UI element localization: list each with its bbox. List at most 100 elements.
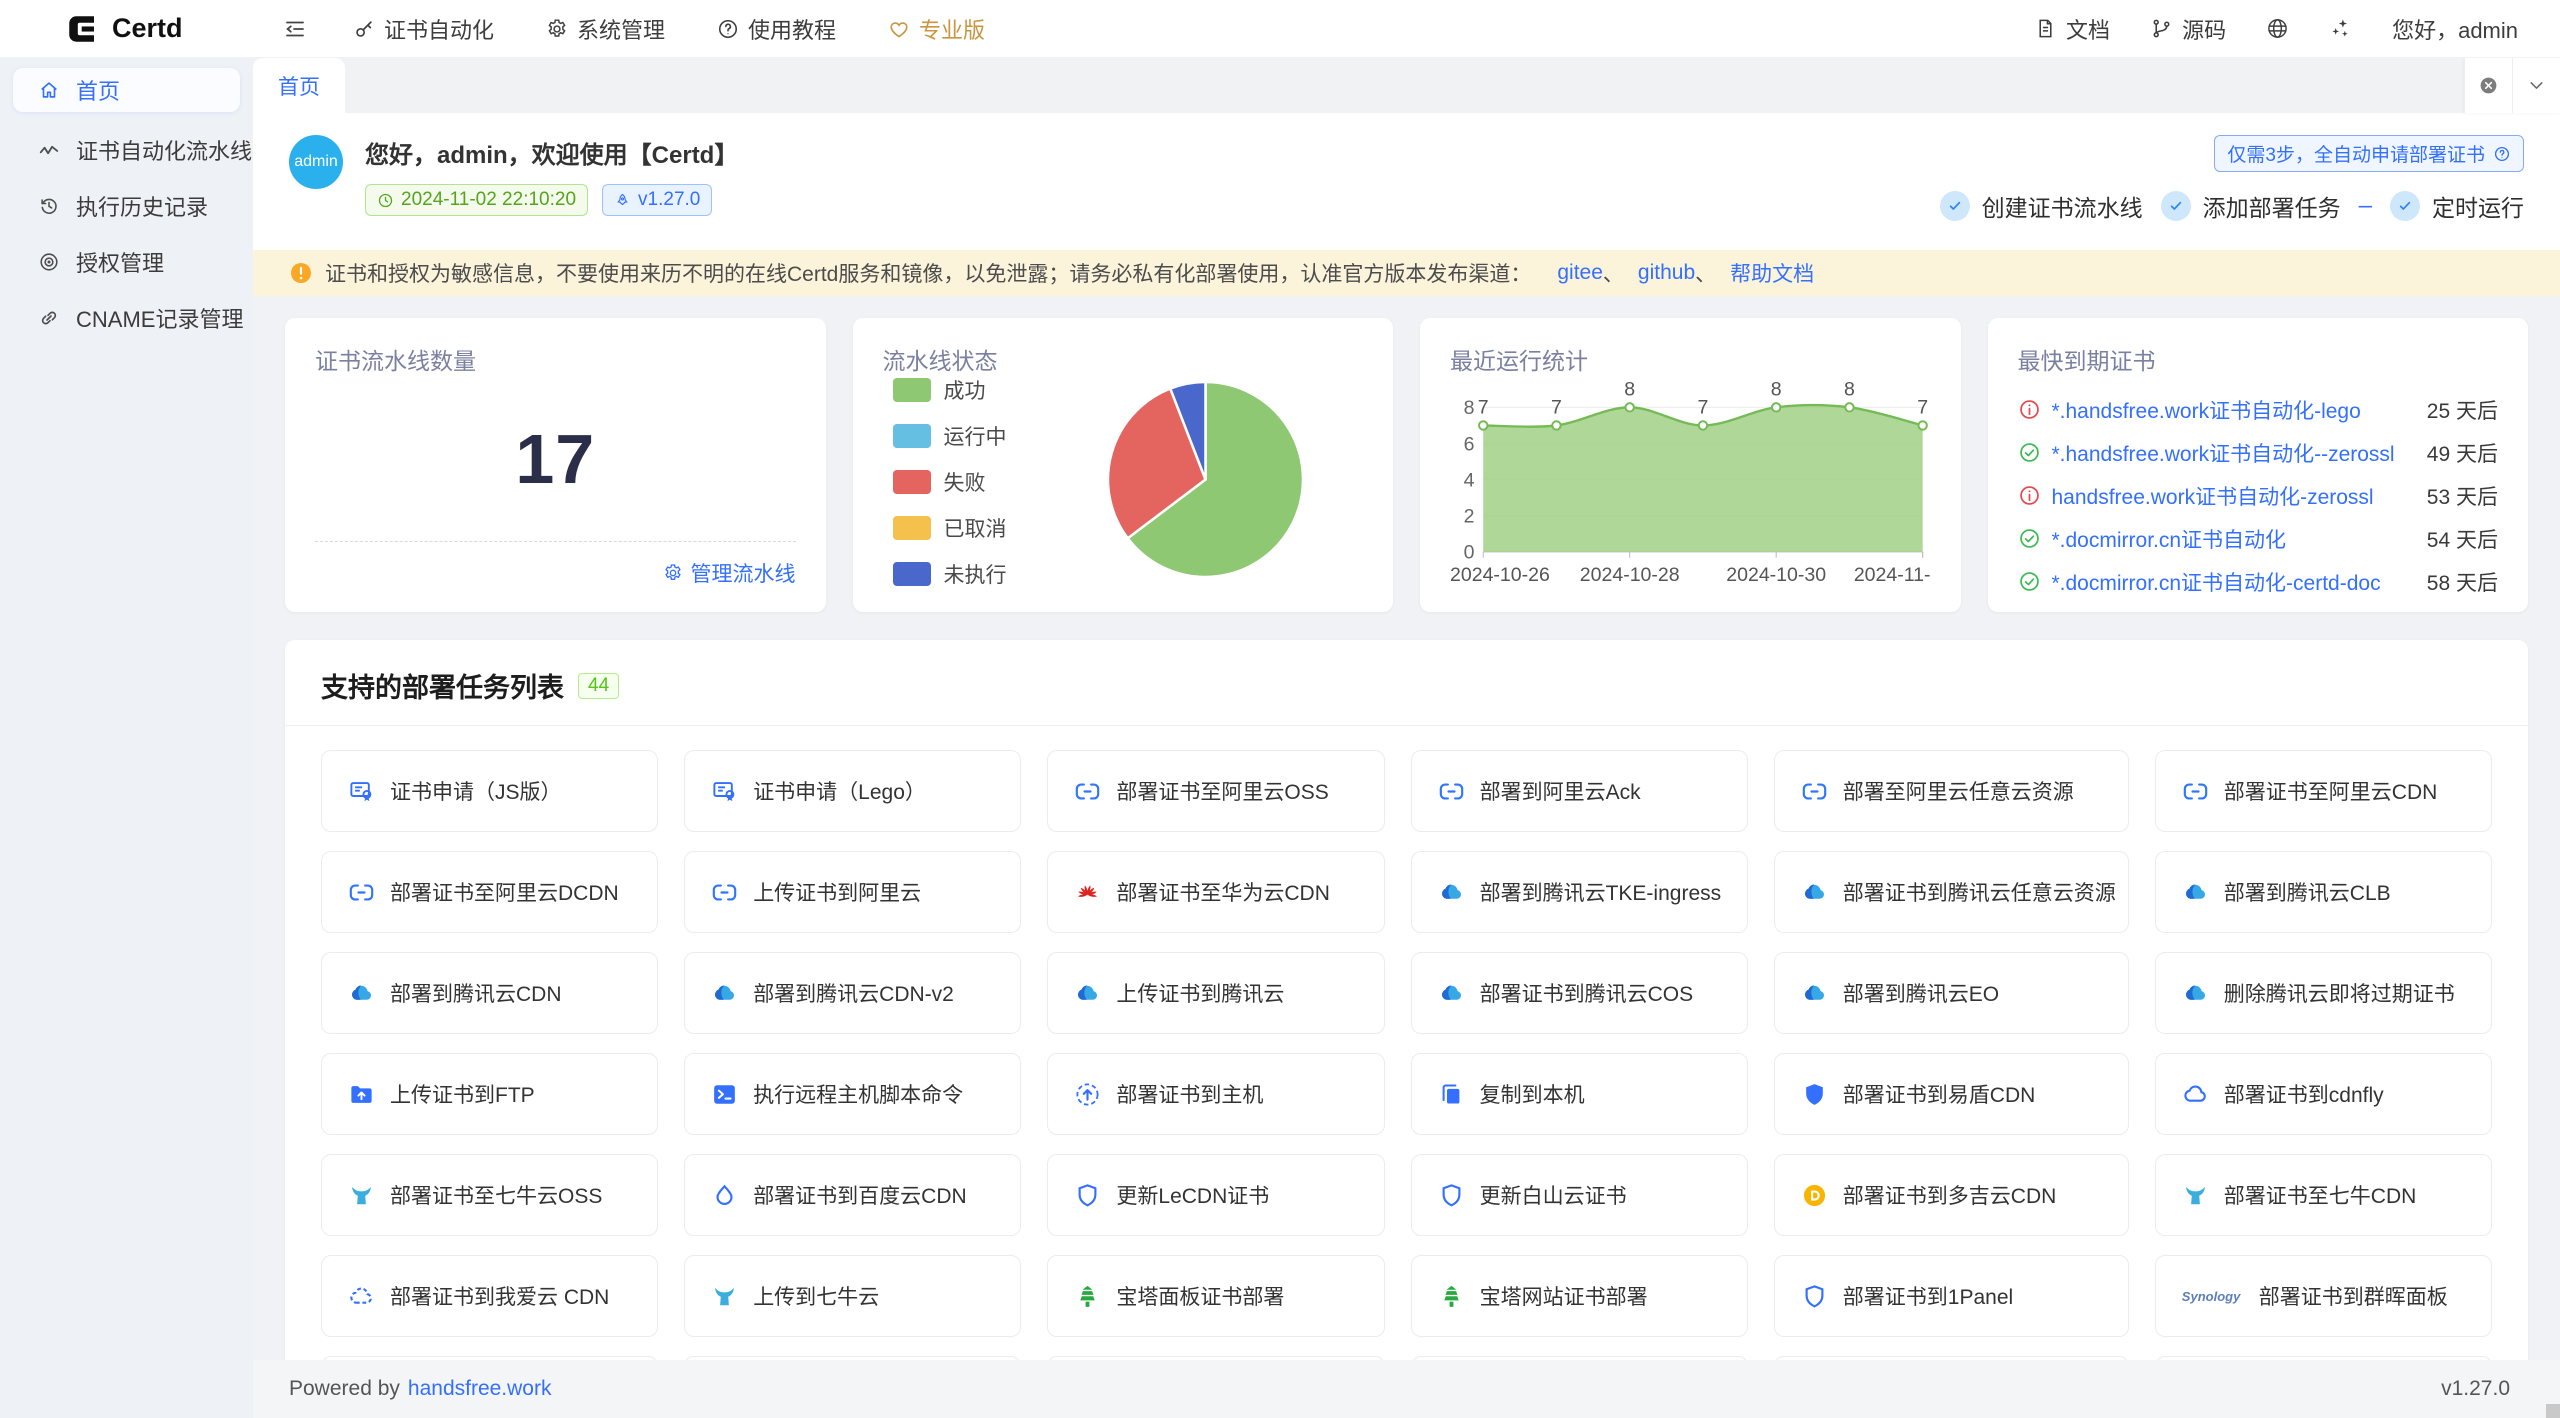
task-card[interactable]: 部署到腾讯云TKE-ingress xyxy=(1411,851,1748,933)
task-card[interactable]: 部署证书到百度云CDN xyxy=(684,1154,1021,1236)
alert-text: 证书和授权为敏感信息，不要使用来历不明的在线Certd服务和镜像，以免泄露；请务… xyxy=(325,258,1531,288)
docs-link[interactable]: 文档 xyxy=(2034,13,2110,45)
task-card[interactable]: 部署证书至阿里云OSS xyxy=(1047,750,1384,832)
task-card[interactable]: 更新LeCDN证书 xyxy=(1047,1154,1384,1236)
nav-item-question-circle[interactable]: 使用教程 xyxy=(717,13,836,45)
banner-link[interactable]: 帮助文档 xyxy=(1730,258,1814,288)
task-card[interactable]: 部署到腾讯云EO xyxy=(1774,952,2129,1034)
task-label: 部署证书到cdnfly xyxy=(2224,1079,2384,1109)
close-tab-button[interactable] xyxy=(2464,58,2512,113)
user-greeting[interactable]: 您好，admin xyxy=(2392,13,2518,45)
close-circle-icon xyxy=(2478,75,2499,96)
certd-dashboard: Certd 证书自动化 系统管理 使用教程 专业版 文档 源码 您好，admin 首页… xyxy=(0,0,2560,1418)
task-card[interactable]: 部署证书至阿里云DCDN xyxy=(321,851,658,933)
task-card[interactable]: 删除腾讯云即将过期证书 xyxy=(2155,952,2492,1034)
task-card[interactable]: 部署到腾讯云CDN xyxy=(321,952,658,1034)
task-card[interactable]: 部署到腾讯云CLB xyxy=(2155,851,2492,933)
task-card[interactable]: 上传到七牛云 xyxy=(684,1255,1021,1337)
banner-link[interactable]: gitee xyxy=(1557,261,1603,285)
nav-item-key[interactable]: 证书自动化 xyxy=(353,13,494,45)
tab-bar: 首页 xyxy=(253,58,2560,113)
language-globe-icon[interactable] xyxy=(2266,17,2289,40)
task-label: 部署证书至七牛CDN xyxy=(2224,1180,2417,1210)
task-label: 部署到阿里云Ack xyxy=(1480,776,1641,806)
alert-links: gitee、github、帮助文档 xyxy=(1543,258,1814,288)
sidebar-item-pulse[interactable]: 证书自动化流水线 xyxy=(0,122,253,178)
svg-text:7: 7 xyxy=(1698,397,1709,419)
sidebar-item-label: CNAME记录管理 xyxy=(76,302,243,334)
sidebar-item-home[interactable]: 首页 xyxy=(13,68,240,112)
task-card[interactable]: 部署证书到易盾CDN xyxy=(1774,1053,2129,1135)
task-count-badge: 44 xyxy=(578,673,619,699)
sparkles-icon[interactable] xyxy=(2329,17,2352,40)
nav-item-gear[interactable]: 系统管理 xyxy=(546,13,665,45)
cert-link[interactable]: handsfree.work证书自动化-zerossl xyxy=(2052,481,2415,511)
menu-fold-icon[interactable] xyxy=(283,17,307,41)
task-card[interactable]: 部署证书至华为云CDN xyxy=(1047,851,1384,933)
task-card[interactable]: 部署证书到腾讯云COS xyxy=(1411,952,1748,1034)
cert-link[interactable]: *.handsfree.work证书自动化--zerossl xyxy=(2052,438,2415,468)
error-circle-icon xyxy=(2018,484,2041,507)
manage-pipelines-link[interactable]: 管理流水线 xyxy=(315,542,796,588)
avatar[interactable]: admin xyxy=(289,135,343,189)
source-code-link[interactable]: 源码 xyxy=(2150,13,2226,45)
cert-icon xyxy=(348,778,375,805)
task-card[interactable]: Synology部署证书到群晖面板 xyxy=(2155,1255,2492,1337)
cert-link[interactable]: *.handsfree.work证书自动化-lego xyxy=(2052,395,2415,425)
banner-link[interactable]: github xyxy=(1638,261,1695,285)
task-card[interactable]: 部署证书至七牛CDN xyxy=(2155,1154,2492,1236)
task-card[interactable]: 上传证书到FTP xyxy=(321,1053,658,1135)
task-label: 部署证书到易盾CDN xyxy=(1843,1079,2036,1109)
task-card[interactable]: 上传证书到腾讯云 xyxy=(1047,952,1384,1034)
task-card[interactable]: 部署证书至七牛云OSS xyxy=(321,1154,658,1236)
sidebar-item-target[interactable]: 授权管理 xyxy=(0,234,253,290)
task-label: 部署证书至阿里云CDN xyxy=(2224,776,2438,806)
gear-icon xyxy=(546,18,568,40)
task-card[interactable]: 部署证书到我爱云 CDN xyxy=(321,1255,658,1337)
task-card[interactable]: 部署证书至阿里云CDN xyxy=(2155,750,2492,832)
expiring-certs-list: *.handsfree.work证书自动化-lego25 天后*.handsfr… xyxy=(2018,388,2499,603)
svg-text:2024-10-28: 2024-10-28 xyxy=(1580,564,1680,586)
task-card[interactable]: 部署到腾讯云CDN-v2 xyxy=(684,952,1021,1034)
sidebar-item-history[interactable]: 执行历史记录 xyxy=(0,178,253,234)
task-card[interactable]: 部署证书到1Panel xyxy=(1774,1255,2129,1337)
app-logo[interactable]: Certd xyxy=(0,11,253,47)
pulse-icon xyxy=(38,139,60,161)
qiniu-icon xyxy=(2182,1182,2209,1209)
version-badge[interactable]: v1.27.0 xyxy=(602,184,712,216)
cert-link[interactable]: *.docmirror.cn证书自动化 xyxy=(2052,524,2415,554)
recent-runs-card: 最近运行统计 7787887024682024-10-262024-10-282… xyxy=(1420,318,1961,612)
task-card[interactable]: 复制到本机 xyxy=(1411,1053,1748,1135)
task-card[interactable]: 宝塔网站证书部署 xyxy=(1411,1255,1748,1337)
handsfree-link[interactable]: handsfree.work xyxy=(408,1377,552,1401)
task-card[interactable]: 部署到阿里云Ack xyxy=(1411,750,1748,832)
help-circle-icon xyxy=(2493,145,2511,163)
task-card[interactable]: 执行远程主机脚本命令 xyxy=(684,1053,1021,1135)
task-card[interactable]: 部署证书到腾讯云任意云资源 xyxy=(1774,851,2129,933)
tencent-icon xyxy=(2182,879,2209,906)
task-card[interactable]: 宝塔面板证书部署 xyxy=(1047,1255,1384,1337)
task-card[interactable]: 上传证书到阿里云 xyxy=(684,851,1021,933)
link-separator: 、 xyxy=(1695,258,1716,288)
task-card[interactable]: 更新白山云证书 xyxy=(1411,1154,1748,1236)
sidebar-item-link[interactable]: CNAME记录管理 xyxy=(0,290,253,346)
task-card[interactable]: 部署证书到多吉云CDN xyxy=(1774,1154,2129,1236)
tab-menu-button[interactable] xyxy=(2512,58,2560,113)
nav-item-pro-badge[interactable]: 专业版 xyxy=(888,13,985,45)
task-card[interactable]: 证书申请（Lego） xyxy=(684,750,1021,832)
logo-text: Certd xyxy=(112,13,183,44)
three-steps-tip[interactable]: 仅需3步，全自动申请部署证书 xyxy=(2214,135,2524,172)
task-card[interactable]: 证书申请（JS版） xyxy=(321,750,658,832)
tab-home[interactable]: 首页 xyxy=(253,58,345,113)
task-label: 部署至阿里云任意云资源 xyxy=(1843,776,2074,806)
setup-step: 创建证书流水线 xyxy=(1940,189,2143,223)
task-card[interactable]: 部署证书到cdnfly xyxy=(2155,1053,2492,1135)
key-icon xyxy=(353,18,375,40)
aliyun-icon xyxy=(1801,778,1828,805)
task-label: 部署证书至阿里云OSS xyxy=(1116,776,1328,806)
time-badge: 2024-11-02 22:10:20 xyxy=(365,184,588,216)
task-card[interactable]: 部署证书到主机 xyxy=(1047,1053,1384,1135)
cloud-icon xyxy=(2182,1081,2209,1108)
task-card[interactable]: 部署至阿里云任意云资源 xyxy=(1774,750,2129,832)
cert-link[interactable]: *.docmirror.cn证书自动化-certd-doc xyxy=(2052,567,2415,597)
